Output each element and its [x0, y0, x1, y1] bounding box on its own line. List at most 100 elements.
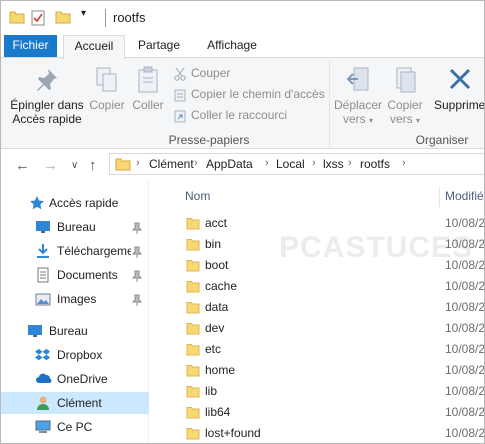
paste-button[interactable]: Coller: [130, 66, 166, 112]
file-name: dev: [205, 321, 225, 335]
images-icon: [35, 293, 51, 306]
nav-clement[interactable]: Clément: [1, 392, 149, 414]
tab-partage[interactable]: Partage: [128, 35, 190, 58]
organize-group-label: Organiser: [415, 133, 469, 147]
column-separator[interactable]: [439, 187, 440, 207]
nav-telechargements[interactable]: Téléchargements: [1, 240, 149, 262]
file-date: 10/08/2: [445, 321, 485, 335]
breadcrumb-separator[interactable]: ›: [265, 157, 269, 169]
pin-icon[interactable]: [131, 267, 143, 289]
nav-bureau[interactable]: Bureau: [1, 320, 149, 342]
new-folder-icon[interactable]: [55, 10, 71, 27]
navigation-bar: ← → ∨ ↑ › Clément › AppData › Local › lx…: [1, 149, 484, 181]
cut-button[interactable]: Couper: [173, 64, 230, 82]
address-bar[interactable]: › Clément › AppData › Local › lxss › roo…: [109, 153, 484, 175]
nav-label: Dropbox: [57, 348, 103, 362]
breadcrumb-separator[interactable]: ›: [402, 157, 406, 169]
file-date: 10/08/2: [445, 258, 485, 272]
nav-ce-pc[interactable]: Ce PC: [1, 416, 149, 438]
pin-icon[interactable]: [131, 291, 143, 313]
move-to-label-line1: Déplacer: [333, 98, 383, 112]
table-row[interactable]: etc 10/08/2: [161, 339, 485, 360]
file-name: lost+found: [205, 426, 261, 440]
file-date: 10/08/2: [445, 342, 485, 356]
nav-dropbox[interactable]: Dropbox: [1, 344, 149, 366]
pin-label-line1: Épingler dans: [10, 98, 84, 112]
breadcrumb-separator[interactable]: ›: [136, 157, 140, 169]
desktop-icon: [28, 325, 42, 337]
nav-images[interactable]: Images: [1, 288, 149, 310]
breadcrumb-clement[interactable]: Clément: [149, 157, 194, 171]
pin-quick-access-button[interactable]: Épingler dans Accès rapide: [7, 66, 87, 126]
window-title: rootfs: [113, 10, 146, 25]
copy-to-button[interactable]: Copier vers ▾: [383, 66, 427, 128]
pin-label-line2: Accès rapide: [12, 112, 82, 126]
onedrive-icon: [36, 373, 52, 383]
column-header-modified[interactable]: Modifié: [445, 189, 484, 203]
nav-onedrive[interactable]: OneDrive: [1, 368, 149, 390]
table-row[interactable]: lost+found 10/08/2: [161, 423, 484, 443]
copy-button[interactable]: Copier: [89, 66, 125, 112]
table-row[interactable]: acct 10/08/2: [161, 213, 484, 234]
table-row[interactable]: data 10/08/2: [161, 297, 485, 318]
pin-icon[interactable]: [131, 243, 143, 265]
chevron-down-icon: ▾: [416, 116, 421, 125]
nav-label: Accès rapide: [49, 196, 119, 210]
back-arrow-icon[interactable]: ←: [15, 157, 30, 174]
desktop-icon: [36, 221, 50, 233]
breadcrumb-lxss[interactable]: lxss: [323, 157, 344, 171]
copy-path-button[interactable]: Copier le chemin d'accès: [173, 85, 325, 103]
move-to-button[interactable]: Déplacer vers ▾: [333, 66, 383, 128]
nav-documents[interactable]: Documents: [1, 264, 149, 286]
table-row[interactable]: home 10/08/2: [161, 360, 484, 381]
table-row[interactable]: lib 10/08/2: [161, 381, 484, 402]
breadcrumb-rootfs[interactable]: rootfs: [360, 157, 390, 171]
column-header-name[interactable]: Nom: [185, 189, 210, 203]
customize-quick-access-icon[interactable]: ▾: [81, 8, 86, 19]
nav-label: Documents: [57, 268, 118, 282]
file-name: home: [205, 363, 236, 377]
breadcrumb-local[interactable]: Local: [276, 157, 305, 171]
pin-icon[interactable]: [131, 219, 143, 241]
tab-accueil[interactable]: Accueil: [63, 35, 125, 59]
file-name: acct: [205, 216, 228, 230]
breadcrumb-appdata[interactable]: AppData: [206, 157, 253, 171]
title-bar: ▾ rootfs: [1, 1, 484, 35]
tab-affichage[interactable]: Affichage: [197, 35, 267, 58]
breadcrumb-separator[interactable]: ›: [348, 157, 352, 169]
folder-icon: [115, 157, 131, 174]
file-name: lib64: [205, 405, 231, 419]
recent-locations-icon[interactable]: ∨: [71, 160, 78, 171]
clipboard-icon: [138, 66, 158, 93]
dropbox-icon: [35, 348, 51, 361]
tab-fichier[interactable]: Fichier: [4, 35, 57, 58]
delete-label: Supprimer: [434, 98, 485, 112]
ribbon: Épingler dans Accès rapide Copier Coller…: [1, 57, 485, 149]
table-row[interactable]: lib64 10/08/2: [161, 402, 484, 423]
cut-label: Couper: [191, 66, 231, 80]
file-name: data: [205, 300, 229, 314]
breadcrumb-separator[interactable]: ›: [312, 157, 316, 169]
explorer-window: ▾ rootfs Fichier Accueil Partage Afficha…: [0, 0, 485, 444]
nav-label: Images: [57, 292, 97, 306]
folder-icon[interactable]: [9, 10, 25, 27]
table-row[interactable]: dev 10/08/2: [161, 318, 485, 339]
star-icon: [30, 196, 44, 210]
delete-icon: [449, 68, 471, 90]
up-arrow-icon[interactable]: ↑: [89, 157, 97, 174]
table-row[interactable]: bin 10/08/2: [161, 234, 484, 255]
nav-label: Téléchargements: [57, 244, 131, 258]
nav-bureau-quick[interactable]: Bureau: [1, 216, 149, 238]
breadcrumb-separator[interactable]: ›: [194, 157, 198, 169]
delete-button[interactable]: Supprimer: [433, 66, 485, 112]
nav-label: Bureau: [57, 220, 96, 234]
file-date: 10/08/2: [445, 300, 485, 314]
properties-icon[interactable]: [31, 10, 45, 29]
table-row[interactable]: boot 10/08/2: [161, 255, 485, 276]
ribbon-tabs: Fichier Accueil Partage Affichage: [1, 35, 484, 59]
nav-quick-access[interactable]: Accès rapide: [1, 192, 149, 214]
table-row[interactable]: cache 10/08/2: [161, 276, 484, 297]
forward-arrow-icon[interactable]: →: [43, 157, 58, 174]
title-separator: [105, 9, 106, 27]
paste-shortcut-button[interactable]: Coller le raccourci: [173, 106, 287, 124]
